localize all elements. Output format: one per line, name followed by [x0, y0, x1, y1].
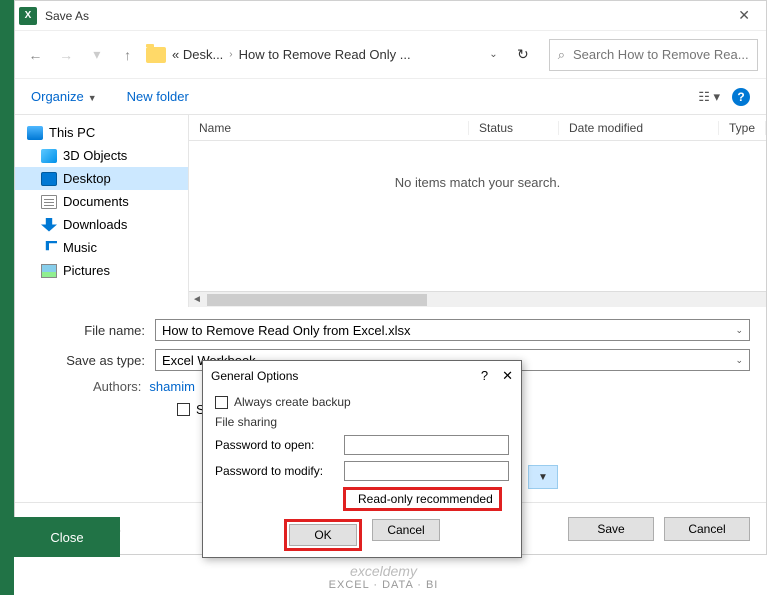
- filename-input[interactable]: How to Remove Read Only from Excel.xlsx⌄: [155, 319, 750, 341]
- breadcrumb[interactable]: « Desk... › How to Remove Read Only ...: [146, 47, 476, 63]
- tree-music[interactable]: Music: [15, 236, 188, 259]
- horizontal-scrollbar[interactable]: ◄: [189, 291, 766, 307]
- file-list: Name Status Date modified Type No items …: [189, 115, 766, 307]
- tree-downloads[interactable]: Downloads: [15, 213, 188, 236]
- titlebar: X Save As ✕: [15, 1, 766, 31]
- back-button[interactable]: ←: [23, 41, 48, 69]
- modal-cancel-button[interactable]: Cancel: [372, 519, 440, 541]
- tree-documents[interactable]: Documents: [15, 190, 188, 213]
- search-icon: ⌕: [558, 47, 565, 63]
- chevron-right-icon: ›: [229, 49, 232, 60]
- modal-ok-button[interactable]: OK: [289, 524, 357, 546]
- general-options-dialog: General Options ? ✕ Always create backup…: [202, 360, 522, 558]
- saveastype-label: Save as type:: [31, 353, 155, 368]
- excel-backstage-strip: [0, 0, 14, 595]
- file-sharing-section: File sharing: [215, 415, 509, 429]
- password-open-label: Password to open:: [215, 438, 344, 452]
- cancel-button[interactable]: Cancel: [664, 517, 750, 541]
- toolbar: Organize▼ New folder ☷ ▾ ?: [15, 79, 766, 115]
- modal-help-icon[interactable]: ?: [481, 368, 488, 384]
- authors-value[interactable]: shamim: [149, 379, 195, 394]
- folder-tree: This PC 3D Objects Desktop Documents Dow…: [15, 115, 189, 307]
- view-options-button[interactable]: ☷ ▾: [698, 89, 720, 105]
- password-modify-input[interactable]: [344, 461, 509, 481]
- cube-icon: [41, 149, 57, 163]
- column-headers: Name Status Date modified Type: [189, 115, 766, 141]
- tree-3d-objects[interactable]: 3D Objects: [15, 144, 188, 167]
- password-open-input[interactable]: [344, 435, 509, 455]
- pc-icon: [27, 126, 43, 140]
- authors-label: Authors:: [93, 379, 141, 394]
- close-icon[interactable]: ✕: [726, 7, 762, 24]
- breadcrumb-segment[interactable]: « Desk...: [172, 47, 223, 62]
- new-folder-button[interactable]: New folder: [127, 89, 189, 104]
- col-type[interactable]: Type: [719, 121, 766, 135]
- always-backup-checkbox[interactable]: [215, 396, 228, 409]
- organize-button[interactable]: Organize▼: [31, 89, 97, 104]
- scrollbar-thumb[interactable]: [207, 294, 427, 306]
- modal-title: General Options: [211, 369, 298, 383]
- col-date[interactable]: Date modified: [559, 121, 719, 135]
- explorer-body: This PC 3D Objects Desktop Documents Dow…: [15, 115, 766, 307]
- window-title: Save As: [45, 9, 726, 23]
- address-bar: ← → ▾ ↑ « Desk... › How to Remove Read O…: [15, 31, 766, 79]
- help-icon[interactable]: ?: [732, 88, 750, 106]
- refresh-button[interactable]: ↻: [511, 46, 535, 63]
- col-status[interactable]: Status: [469, 121, 559, 135]
- recent-locations-button[interactable]: ▾: [85, 41, 110, 69]
- filename-label: File name:: [31, 323, 155, 338]
- download-icon: [41, 218, 57, 232]
- save-button[interactable]: Save: [568, 517, 654, 541]
- col-name[interactable]: Name: [189, 121, 469, 135]
- excel-icon: X: [19, 7, 37, 25]
- tree-this-pc[interactable]: This PC: [15, 121, 188, 144]
- up-button[interactable]: ↑: [115, 41, 140, 69]
- empty-message: No items match your search.: [189, 175, 766, 190]
- folder-icon: [146, 47, 166, 63]
- desktop-icon: [41, 172, 57, 186]
- address-dropdown[interactable]: ⌄: [482, 49, 505, 60]
- modal-close-icon[interactable]: ✕: [502, 368, 513, 384]
- backstage-close-button[interactable]: Close: [14, 517, 120, 557]
- modal-titlebar: General Options ? ✕: [203, 361, 521, 391]
- scroll-left-icon[interactable]: ◄: [189, 294, 205, 305]
- tools-dropdown-arrow[interactable]: ▼: [528, 465, 558, 489]
- watermark: exceldemy EXCEL · DATA · BI: [0, 563, 767, 591]
- save-thumbnail-checkbox[interactable]: [177, 403, 190, 416]
- search-box[interactable]: ⌕: [549, 39, 758, 71]
- readonly-recommended-label: Read-only recommended: [358, 492, 493, 506]
- music-icon: [41, 241, 57, 255]
- forward-button[interactable]: →: [54, 41, 79, 69]
- breadcrumb-segment[interactable]: How to Remove Read Only ...: [239, 47, 411, 62]
- picture-icon: [41, 264, 57, 278]
- password-modify-label: Password to modify:: [215, 464, 344, 478]
- search-input[interactable]: [573, 47, 749, 62]
- tree-desktop[interactable]: Desktop: [15, 167, 188, 190]
- tree-pictures[interactable]: Pictures: [15, 259, 188, 282]
- document-icon: [41, 195, 57, 209]
- always-backup-label: Always create backup: [234, 395, 351, 409]
